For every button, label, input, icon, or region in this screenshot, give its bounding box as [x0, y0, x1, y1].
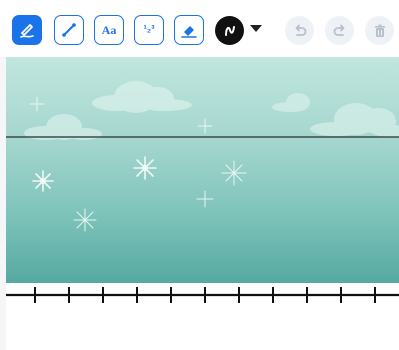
text-tool-label: Aa	[101, 23, 117, 37]
undo-icon	[295, 24, 306, 36]
number-line	[6, 287, 399, 303]
chevron-down-icon[interactable]	[250, 25, 262, 32]
redo-button[interactable]	[325, 16, 354, 45]
sparkle-icon	[29, 96, 214, 208]
cloud-icon	[24, 114, 102, 140]
text-tool-button[interactable]: Aa	[94, 15, 124, 45]
delete-button[interactable]	[365, 16, 394, 45]
cloud-icon	[92, 81, 192, 113]
line-tool-icon	[62, 23, 76, 37]
pen-icon	[20, 24, 34, 38]
drawing-canvas[interactable]	[6, 57, 399, 283]
cloud-icon	[272, 93, 310, 112]
pen-tool-button[interactable]	[12, 15, 42, 45]
snowflake-icon	[32, 156, 157, 192]
winter-sky-background	[6, 81, 399, 232]
toolbar: Aa ¹₂³	[0, 0, 399, 57]
number-tool-button[interactable]: ¹₂³	[134, 15, 164, 45]
star-icon	[73, 160, 247, 232]
eraser-tool-button[interactable]	[174, 15, 204, 45]
trash-icon	[374, 24, 385, 37]
drawing-app: Aa ¹₂³	[0, 0, 399, 350]
color-picker-button[interactable]	[215, 16, 244, 45]
cloud-icon	[310, 103, 399, 137]
redo-icon	[333, 24, 344, 36]
line-tool-button[interactable]	[54, 15, 84, 45]
undo-button[interactable]	[285, 16, 314, 45]
number-tool-label: ¹₂³	[143, 24, 155, 35]
color-picker-icon	[224, 25, 235, 36]
eraser-icon	[181, 26, 197, 38]
